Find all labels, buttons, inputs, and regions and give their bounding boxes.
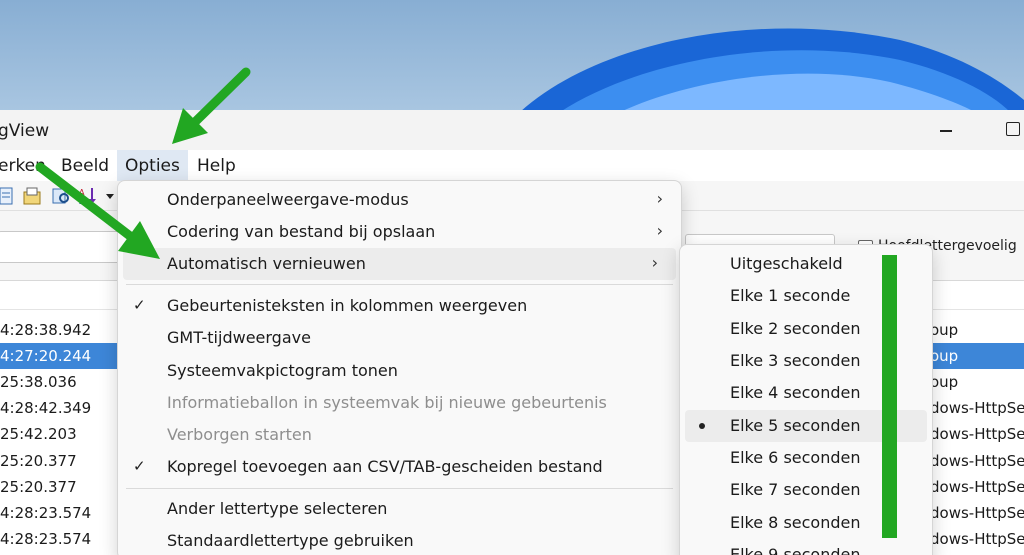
menu-item-gebeurtenisteksten[interactable]: ✓ Gebeurtenisteksten in kolommen weergev… <box>118 290 681 322</box>
menu-item-label: Standaardlettertype gebruiken <box>167 531 414 550</box>
source-cell: dows-HttpSe <box>930 399 1024 417</box>
time-cell: 25:20.377 <box>0 452 77 470</box>
refresh-option[interactable]: Elke 2 seconden <box>680 313 932 345</box>
refresh-option-selected[interactable]: Elke 5 seconden <box>685 410 927 442</box>
menu-item-label: Systeemvakpictogram tonen <box>167 361 398 380</box>
menu-item-systeemvak[interactable]: Systeemvakpictogram tonen <box>118 355 681 387</box>
minimize-button[interactable] <box>938 122 954 138</box>
menu-item-label: Ander lettertype selecteren <box>167 499 388 518</box>
time-cell: 4:28:23.574 <box>0 530 92 548</box>
checkmark-icon: ✓ <box>133 457 146 475</box>
refresh-option[interactable]: Elke 4 seconden <box>680 377 932 409</box>
menu-item-label: Kopregel toevoegen aan CSV/TAB-gescheide… <box>167 457 603 476</box>
source-cell: oup <box>930 321 959 339</box>
source-cell: dows-HttpSe <box>930 530 1024 548</box>
refresh-option[interactable]: Elke 9 seconden <box>680 539 932 555</box>
menu-item-label: Automatisch vernieuwen <box>167 254 366 273</box>
source-cell: dows-HttpSe <box>930 425 1024 443</box>
time-cell: 25:38.036 <box>0 373 77 391</box>
menu-item-label: Verborgen starten <box>167 425 312 444</box>
filter-input[interactable] <box>0 231 122 263</box>
title-bar: gView <box>0 110 1024 150</box>
option-label: Elke 7 seconden <box>730 480 861 499</box>
window-title: gView <box>0 121 50 141</box>
find-icon[interactable] <box>51 186 71 206</box>
menu-item-onderpaneel[interactable]: Onderpaneelweergave-modus › <box>118 184 681 216</box>
options-menu: Onderpaneelweergave-modus › Codering van… <box>117 180 682 555</box>
refresh-option[interactable]: Uitgeschakeld <box>680 248 932 280</box>
option-label: Elke 2 seconden <box>730 319 861 338</box>
option-label: Uitgeschakeld <box>730 254 843 273</box>
refresh-submenu: Uitgeschakeld Elke 1 seconde Elke 2 seco… <box>679 244 933 555</box>
menu-item-label: Codering van bestand bij opslaan <box>167 222 436 241</box>
svg-text:A: A <box>79 188 85 197</box>
refresh-option[interactable]: Elke 1 seconde <box>680 280 932 312</box>
menu-beeld[interactable]: Beeld <box>61 156 109 176</box>
menu-help[interactable]: Help <box>197 156 236 176</box>
desktop-wallpaper <box>0 0 1024 112</box>
menu-item-informatieballon: Informatieballon in systeemvak bij nieuw… <box>118 387 681 419</box>
option-label: Elke 1 seconde <box>730 286 851 305</box>
time-cell: 4:28:38.942 <box>0 321 92 339</box>
menu-separator <box>126 488 673 489</box>
chevron-right-icon: › <box>656 221 663 240</box>
option-label: Elke 6 seconden <box>730 448 861 467</box>
wallpaper-bloom <box>520 28 1024 112</box>
option-label: Elke 5 seconden <box>730 416 861 435</box>
menu-item-label: GMT-tijdweergave <box>167 328 311 347</box>
source-cell: oup <box>930 373 959 391</box>
menu-item-kopregel[interactable]: ✓ Kopregel toevoegen aan CSV/TAB-geschei… <box>118 451 681 483</box>
refresh-option[interactable]: Elke 3 seconden <box>680 345 932 377</box>
menu-item-standaardlettertype[interactable]: Standaardlettertype gebruiken <box>118 525 681 555</box>
time-cell: 25:42.203 <box>0 425 77 443</box>
option-label: Elke 8 seconden <box>730 513 861 532</box>
time-cell: 4:28:23.574 <box>0 504 92 522</box>
chevron-right-icon: › <box>656 189 663 208</box>
source-cell: oup <box>930 347 959 365</box>
sort-icon[interactable]: AZ <box>78 186 98 206</box>
menu-item-gmt[interactable]: GMT-tijdweergave <box>118 322 681 354</box>
chevron-right-icon: › <box>651 253 658 272</box>
menu-bar: erken Beeld Opties Help <box>0 150 1024 181</box>
refresh-option[interactable]: Elke 6 seconden <box>680 442 932 474</box>
menu-item-codering[interactable]: Codering van bestand bij opslaan › <box>118 216 681 248</box>
time-cell: 4:28:42.349 <box>0 399 92 417</box>
menu-separator <box>126 284 673 285</box>
source-cell: dows-HttpSe <box>930 504 1024 522</box>
option-label: Elke 4 seconden <box>730 383 861 402</box>
chevron-down-icon[interactable] <box>104 186 116 206</box>
menu-item-verborgen-starten: Verborgen starten <box>118 419 681 451</box>
menu-item-label: Informatieballon in systeemvak bij nieuw… <box>167 393 607 412</box>
svg-text:Z: Z <box>79 197 85 206</box>
time-cell: 4:27:20.244 <box>0 347 92 365</box>
menu-item-label: Onderpaneelweergave-modus <box>167 190 409 209</box>
radio-bullet-icon <box>699 423 705 429</box>
option-label: Elke 9 seconden <box>730 545 861 555</box>
time-cell: 25:20.377 <box>0 478 77 496</box>
option-label: Elke 3 seconden <box>730 351 861 370</box>
refresh-option[interactable]: Elke 8 seconden <box>680 507 932 539</box>
refresh-option[interactable]: Elke 7 seconden <box>680 474 932 506</box>
menu-item-label: Gebeurtenisteksten in kolommen weergeven <box>167 296 528 315</box>
properties-icon[interactable] <box>22 186 42 206</box>
source-cell: dows-HttpSe <box>930 478 1024 496</box>
menu-item-automatisch-vernieuwen[interactable]: Automatisch vernieuwen › <box>123 248 676 280</box>
maximize-button[interactable] <box>1006 122 1020 136</box>
document-icon[interactable] <box>0 186 16 206</box>
menu-item-ander-lettertype[interactable]: Ander lettertype selecteren <box>118 493 681 525</box>
menu-opties[interactable]: Opties <box>117 150 188 181</box>
source-cell: dows-HttpSe <box>930 452 1024 470</box>
menu-bewerken[interactable]: erken <box>0 156 46 176</box>
checkmark-icon: ✓ <box>133 296 146 314</box>
